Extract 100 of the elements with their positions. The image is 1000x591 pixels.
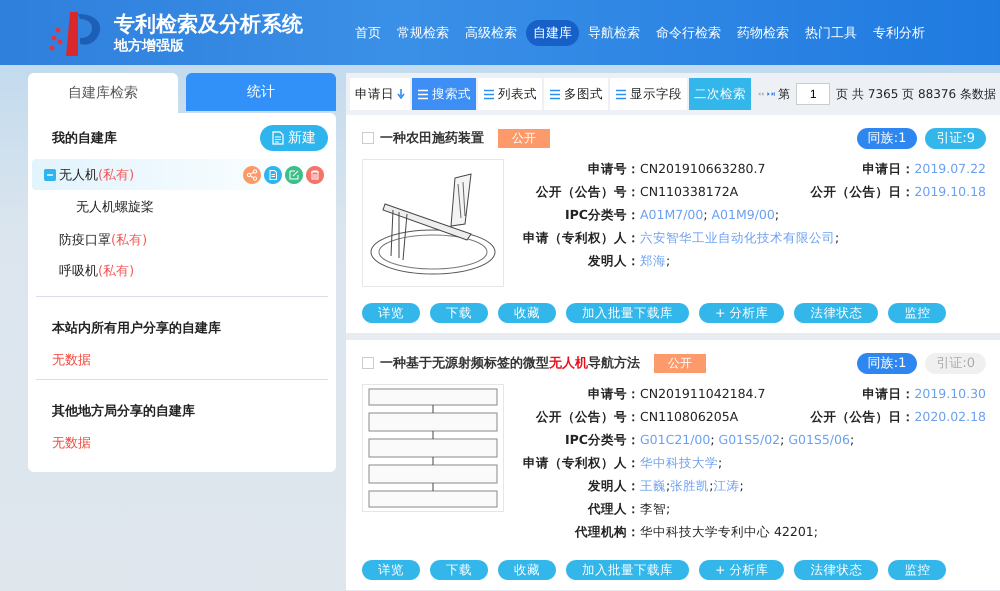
field-label: IPC分类号： — [564, 432, 640, 449]
field-value: 2019.10.18 — [914, 184, 986, 199]
patent-title[interactable]: 一种基于无源射频标签的微型无人机导航方法 — [380, 354, 640, 372]
share-icon[interactable] — [243, 166, 261, 184]
field-label: 公开（公告）号： — [534, 409, 640, 426]
action-button[interactable]: 加入批量下载库 — [566, 303, 689, 323]
field-value: 郑海; — [640, 253, 670, 270]
view-button[interactable]: 列表式 — [478, 78, 542, 110]
action-button[interactable]: 下载 — [430, 560, 488, 580]
field-label: 公开（公告）号： — [534, 184, 640, 201]
action-button[interactable]: + 分析库 — [699, 303, 784, 323]
library-name: 防疫口罩 — [59, 232, 111, 248]
secondary-search-button[interactable]: 二次检索 — [689, 78, 751, 110]
document-icon — [272, 131, 284, 145]
field-label: 发明人： — [586, 253, 640, 270]
field-label: 申请号： — [587, 386, 640, 403]
library-item[interactable]: 无人机螺旋桨 — [32, 190, 332, 224]
field-label: 申请（专利权）人： — [522, 230, 640, 247]
field-label: 代理机构： — [574, 524, 640, 541]
edit-icon[interactable] — [285, 166, 303, 184]
field-label: 申请号： — [587, 161, 640, 178]
nav-tab[interactable]: 专利分析 — [866, 20, 932, 46]
private-tag: (私有) — [98, 262, 134, 280]
action-button[interactable]: 详览 — [362, 303, 420, 323]
delete-icon[interactable] — [306, 166, 324, 184]
section-title: 本站内所有用户分享的自建库 — [52, 320, 222, 337]
checkbox[interactable] — [362, 132, 374, 144]
view-button[interactable]: 搜索式 — [412, 78, 476, 110]
section-title: 其他地方局分享的自建库 — [52, 402, 196, 420]
field-value: 李智; — [640, 501, 670, 518]
action-button[interactable]: 收藏 — [498, 303, 556, 323]
field-label: 代理人： — [586, 501, 640, 518]
action-button[interactable]: 法律状态 — [794, 303, 878, 323]
citation-button[interactable]: 引证:9 — [925, 128, 986, 148]
action-button[interactable]: 加入批量下载库 — [566, 560, 689, 580]
nav-tab[interactable]: 导航检索 — [581, 20, 647, 46]
field-value: CN201911042184.7 — [640, 386, 766, 401]
field-value: A01M7/00; A01M9/00; — [640, 207, 780, 222]
field-value: CN110338172A — [640, 184, 738, 199]
field-value: G01C21/00; G01S5/02; G01S5/06; — [640, 432, 854, 447]
private-tag: (私有) — [98, 166, 134, 184]
nav-tab[interactable]: 高级检索 — [458, 20, 524, 46]
private-tag: (私有) — [111, 230, 148, 248]
page-info: 页 共 7365 页 88376 条数据 — [836, 86, 996, 102]
sidebar-tab[interactable]: 统计 — [186, 73, 336, 111]
action-button[interactable]: + 分析库 — [699, 560, 784, 580]
field-value: CN110806205A — [640, 409, 738, 424]
library-name: 无人机 — [59, 166, 98, 184]
sort-button[interactable]: 申请日 — [350, 78, 410, 110]
view-button[interactable]: 多图式 — [544, 78, 608, 110]
empty-message: 无数据 — [52, 352, 92, 369]
nav-tab[interactable]: 命令行检索 — [649, 20, 728, 46]
field-label: 公开（公告）日： — [810, 184, 914, 201]
nav-tab[interactable]: 首页 — [348, 20, 388, 46]
action-button[interactable]: 监控 — [888, 303, 946, 323]
view-button[interactable]: 显示字段 — [610, 78, 687, 110]
collapse-icon[interactable] — [44, 168, 56, 180]
app-subtitle: 地方增强版 — [114, 36, 185, 54]
field-label: 申请日： — [862, 386, 914, 403]
patent-title[interactable]: 一种农田施药装置 — [380, 129, 484, 147]
library-item[interactable]: 防疫口罩(私有) — [32, 224, 332, 255]
empty-message: 无数据 — [52, 435, 92, 452]
nav-tab[interactable]: 常规检索 — [390, 20, 456, 46]
field-value: 2019.10.30 — [914, 386, 986, 401]
status-tag: 公开 — [498, 128, 550, 148]
field-value: CN201910663280.7 — [640, 161, 766, 176]
library-item[interactable]: 呼吸机(私有) — [32, 255, 332, 286]
family-button[interactable]: 同族:1 — [856, 128, 918, 148]
field-value: 华中科技大学; — [640, 455, 722, 472]
pager-arrows-icon[interactable] — [757, 89, 776, 99]
app-title: 专利检索及分析系统 — [114, 10, 303, 36]
nav-tab[interactable]: 热门工具 — [798, 20, 864, 46]
field-label: 公开（公告）日： — [810, 409, 914, 426]
action-button[interactable]: 监控 — [888, 560, 946, 580]
library-name: 呼吸机 — [59, 262, 98, 280]
list-icon — [417, 88, 429, 100]
page-label: 第 — [778, 86, 790, 102]
arrow-down-icon — [397, 89, 405, 99]
nav-tab[interactable]: 药物检索 — [730, 20, 796, 46]
field-value: 2020.02.18 — [914, 409, 986, 424]
document-icon[interactable] — [264, 166, 282, 184]
sidebar-tab[interactable]: 自建库检索 — [28, 73, 178, 113]
field-label: 发明人： — [586, 478, 640, 495]
field-value: 华中科技大学专利中心 42201; — [640, 524, 818, 541]
section-title: 我的自建库 — [52, 130, 117, 147]
field-label: 申请（专利权）人： — [522, 455, 640, 472]
field-value: 六安智华工业自动化技术有限公司; — [640, 230, 840, 247]
action-button[interactable]: 详览 — [362, 560, 420, 580]
checkbox[interactable] — [362, 357, 374, 369]
new-button[interactable]: 新建 — [260, 125, 328, 151]
field-value: 王巍;张胜凯;江涛; — [640, 478, 744, 495]
action-button[interactable]: 下载 — [430, 303, 488, 323]
family-button[interactable]: 同族:1 — [856, 352, 918, 374]
field-label: 申请日： — [862, 161, 914, 178]
page-field[interactable]: 1 — [796, 83, 830, 105]
field-value: 2019.07.22 — [914, 161, 986, 176]
list-icon — [483, 88, 495, 100]
nav-tab[interactable]: 自建库 — [526, 20, 579, 46]
action-button[interactable]: 收藏 — [498, 560, 556, 580]
action-button[interactable]: 法律状态 — [794, 560, 878, 580]
